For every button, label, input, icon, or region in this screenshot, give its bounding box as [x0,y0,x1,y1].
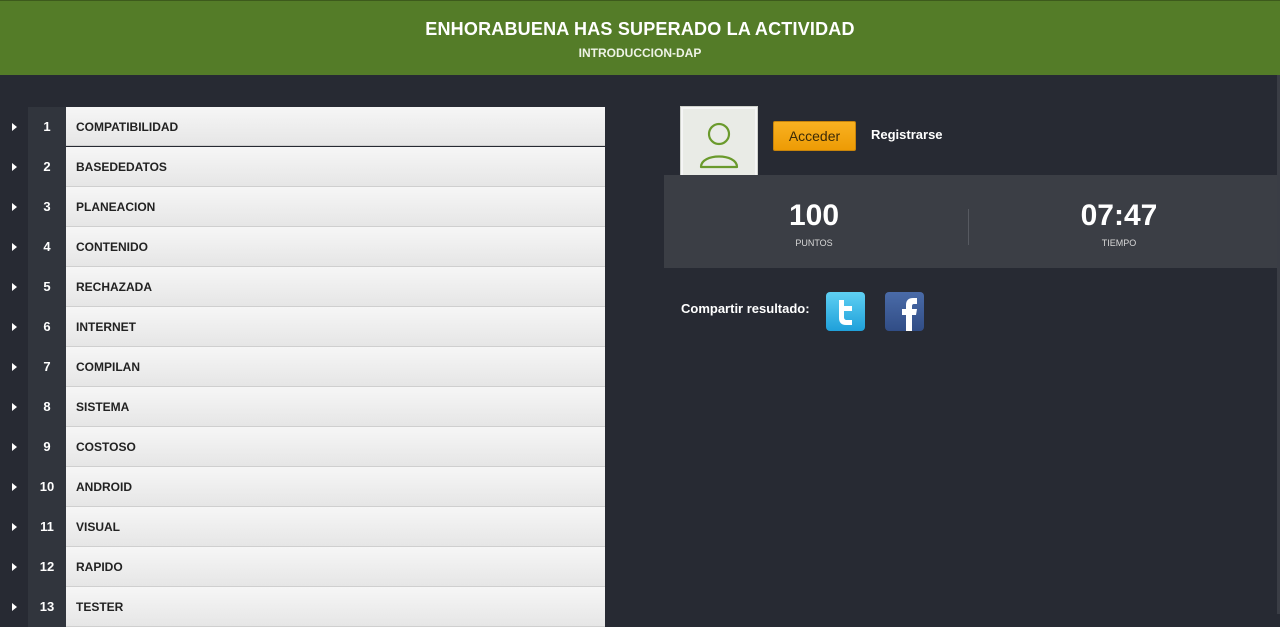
activity-name: INTRODUCCION-DAP [578,46,702,60]
expand-arrow-icon[interactable] [12,163,17,171]
twitter-icon [839,300,852,325]
word-label[interactable]: SISTEMA [66,387,605,427]
word-number: 4 [28,227,66,267]
word-label[interactable]: TESTER [66,587,605,627]
word-label[interactable]: COSTOSO [66,427,605,467]
expand-arrow-icon[interactable] [12,443,17,451]
word-list-item[interactable]: 7 COMPILAN [0,347,606,387]
word-list-item[interactable]: 13 TESTER [0,587,606,627]
word-list-item[interactable]: 12 RAPIDO [0,547,606,587]
points-value: 100 [788,199,840,232]
expand-arrow-icon[interactable] [12,363,17,371]
time-value: 07:47 [1080,199,1158,232]
expand-arrow-icon[interactable] [12,563,17,571]
expand-arrow-icon[interactable] [12,403,17,411]
word-number: 8 [28,387,66,427]
word-list: 1 COMPATIBILIDAD 2 BASEDEDATOS 3 PLANEACION 4 C… [0,107,606,627]
word-label[interactable]: ANDROID [66,467,605,507]
expand-arrow-icon[interactable] [12,123,17,131]
word-list-item[interactable]: 2 BASEDEDATOS [0,147,606,187]
word-number: 2 [28,147,66,187]
word-list-item[interactable]: 11 VISUAL [0,507,606,547]
score-panel: 100 PUNTOS 07:47 TIEMPO [664,175,1277,268]
expand-arrow-icon[interactable] [12,323,17,331]
word-label[interactable]: RAPIDO [66,547,605,587]
expand-arrow-icon[interactable] [12,523,17,531]
word-label[interactable]: RECHAZADA [66,267,605,307]
avatar [681,107,757,184]
word-number: 12 [28,547,66,587]
word-list-item[interactable]: 8 SISTEMA [0,387,606,427]
word-number: 13 [28,587,66,627]
word-list-item[interactable]: 3 PLANEACION [0,187,606,227]
register-link[interactable]: Registrarse [871,127,943,142]
word-label[interactable]: VISUAL [66,507,605,547]
word-list-item[interactable]: 6 INTERNET [0,307,606,347]
login-button[interactable]: Acceder [773,121,856,151]
word-label[interactable]: INTERNET [66,307,605,347]
word-list-item[interactable]: 9 COSTOSO [0,427,606,467]
word-number: 5 [28,267,66,307]
expand-arrow-icon[interactable] [12,483,17,491]
expand-arrow-icon[interactable] [12,243,17,251]
word-number: 10 [28,467,66,507]
word-number: 9 [28,427,66,467]
word-number: 11 [28,507,66,547]
page-title: ENHORABUENA HAS SUPERADO LA ACTIVIDAD [425,19,855,39]
word-label[interactable]: BASEDEDATOS [66,147,605,187]
word-label[interactable]: PLANEACION [66,187,605,227]
word-list-item[interactable]: 10 ANDROID [0,467,606,507]
twitter-share-button[interactable] [826,292,865,331]
word-list-item[interactable]: 4 CONTENIDO [0,227,606,267]
expand-arrow-icon[interactable] [12,203,17,211]
word-number: 1 [28,107,66,147]
points-label: PUNTOS [795,238,833,248]
word-number: 6 [28,307,66,347]
word-number: 7 [28,347,66,387]
word-label[interactable]: COMPATIBILIDAD [66,107,605,146]
result-header: ENHORABUENA HAS SUPERADO LA ACTIVIDAD IN… [0,0,1280,75]
facebook-share-button[interactable] [885,292,924,331]
word-list-item[interactable]: 5 RECHAZADA [0,267,606,307]
expand-arrow-icon[interactable] [12,283,17,291]
word-label[interactable]: CONTENIDO [66,227,605,267]
share-label: Compartir resultado: [681,301,810,316]
word-number: 3 [28,187,66,227]
facebook-icon [902,298,917,331]
time-label: TIEMPO [1101,238,1137,248]
word-list-item[interactable]: 1 COMPATIBILIDAD [0,107,606,147]
user-icon [699,122,739,169]
word-label[interactable]: COMPILAN [66,347,605,387]
expand-arrow-icon[interactable] [12,603,17,611]
